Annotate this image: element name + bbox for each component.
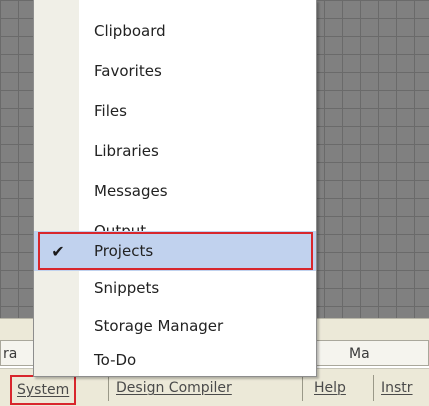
menu-item-messages[interactable]: Messages [34,171,316,211]
menu-item-clipboard[interactable]: Clipboard [34,11,316,51]
menu-item-label: Projects [94,242,154,260]
menu-item-favorites[interactable]: Favorites [34,51,316,91]
menu-item-snippets[interactable]: Snippets [34,268,316,308]
document-tab-right-label: Ma [349,346,370,362]
menu-item-label: Files [94,102,127,120]
document-tab-left-label: ra [3,346,18,362]
menu-item-label: Favorites [94,62,162,80]
menu-item-label: Clipboard [94,22,166,40]
menu-item-libraries[interactable]: Libraries [34,131,316,171]
menu-item-label: Libraries [94,142,159,160]
menu-item-label: To-Do [94,351,137,369]
panels-popup-menu: Clipboard Favorites Files Libraries Mess… [33,0,317,377]
menu-item-projects[interactable]: ✔ Projects [34,231,316,271]
menu-item-label: Snippets [94,279,160,297]
menu-item-label: Messages [94,182,168,200]
selection-highlight [38,232,313,270]
checkmark-icon: ✔ [51,241,65,261]
menu-item-files[interactable]: Files [34,91,316,131]
document-tab-right[interactable]: Ma [314,340,429,366]
menu-item-to-do[interactable]: To-Do [34,340,316,380]
tab-instr[interactable]: Instr [373,375,413,401]
